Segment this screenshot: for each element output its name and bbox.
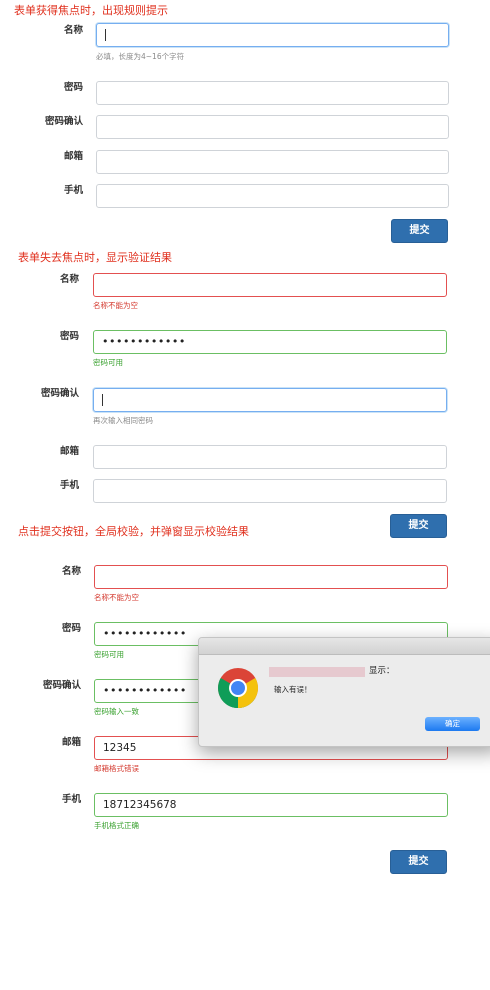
name-label: 名称 — [61, 566, 81, 577]
password-label: 密码 — [61, 623, 81, 634]
password-success: 密码可用 — [93, 358, 123, 367]
phone-label: 手机 — [61, 794, 81, 805]
section-heading: 表单获得焦点时，出现规则提示 — [14, 4, 168, 17]
name-hint: 必填，长度为4~16个字符 — [96, 52, 185, 61]
phone-input[interactable]: 18712345678 — [94, 793, 448, 817]
name-label: 名称 — [63, 25, 83, 36]
name-input[interactable] — [93, 273, 447, 297]
phone-input[interactable] — [93, 479, 447, 503]
alert-dialog: 显示： 输入有误！ 确定 — [198, 637, 490, 747]
submit-button[interactable]: 提交 — [390, 514, 447, 538]
password-input[interactable] — [96, 81, 449, 105]
password-confirm-label: 密码确认 — [44, 116, 83, 127]
password-confirm-success: 密码输入一致 — [94, 707, 139, 716]
redacted-origin — [269, 667, 365, 677]
section-heading: 表单失去焦点时，显示验证结果 — [18, 251, 172, 264]
password-confirm-label: 密码确认 — [42, 680, 81, 691]
submit-button[interactable]: 提交 — [390, 850, 447, 874]
email-error: 邮箱格式错误 — [94, 764, 139, 773]
submit-button[interactable]: 提交 — [391, 219, 448, 243]
chrome-icon — [218, 668, 258, 708]
phone-input[interactable] — [96, 184, 449, 208]
email-input[interactable] — [93, 445, 447, 469]
password-confirm-input[interactable] — [93, 388, 447, 412]
password-label: 密码 — [59, 331, 79, 342]
email-label: 邮箱 — [61, 737, 81, 748]
text-caret — [105, 29, 106, 41]
section-heading: 点击提交按钮，全局校验，并弹窗显示校验结果 — [18, 525, 249, 538]
dialog-title: 显示： — [369, 666, 395, 676]
name-label: 名称 — [59, 274, 79, 285]
phone-success: 手机格式正确 — [94, 821, 139, 830]
password-confirm-input[interactable] — [96, 115, 449, 139]
phone-label: 手机 — [59, 480, 79, 491]
email-label: 邮箱 — [59, 446, 79, 457]
name-input[interactable] — [96, 23, 449, 47]
dialog-ok-button[interactable]: 确定 — [425, 717, 480, 731]
dialog-message: 输入有误！ — [274, 685, 312, 694]
password-confirm-label: 密码确认 — [40, 388, 79, 399]
name-error: 名称不能为空 — [93, 301, 138, 310]
phone-label: 手机 — [63, 185, 83, 196]
password-success: 密码可用 — [94, 650, 124, 659]
password-input[interactable]: •••••••••••• — [93, 330, 447, 354]
password-confirm-hint: 再次输入相同密码 — [93, 416, 153, 425]
text-caret — [102, 394, 103, 406]
password-label: 密码 — [63, 82, 83, 93]
name-input[interactable] — [94, 565, 448, 589]
dialog-titlebar[interactable] — [199, 638, 490, 655]
email-label: 邮箱 — [63, 151, 83, 162]
email-input[interactable] — [96, 150, 449, 174]
name-error: 名称不能为空 — [94, 593, 139, 602]
